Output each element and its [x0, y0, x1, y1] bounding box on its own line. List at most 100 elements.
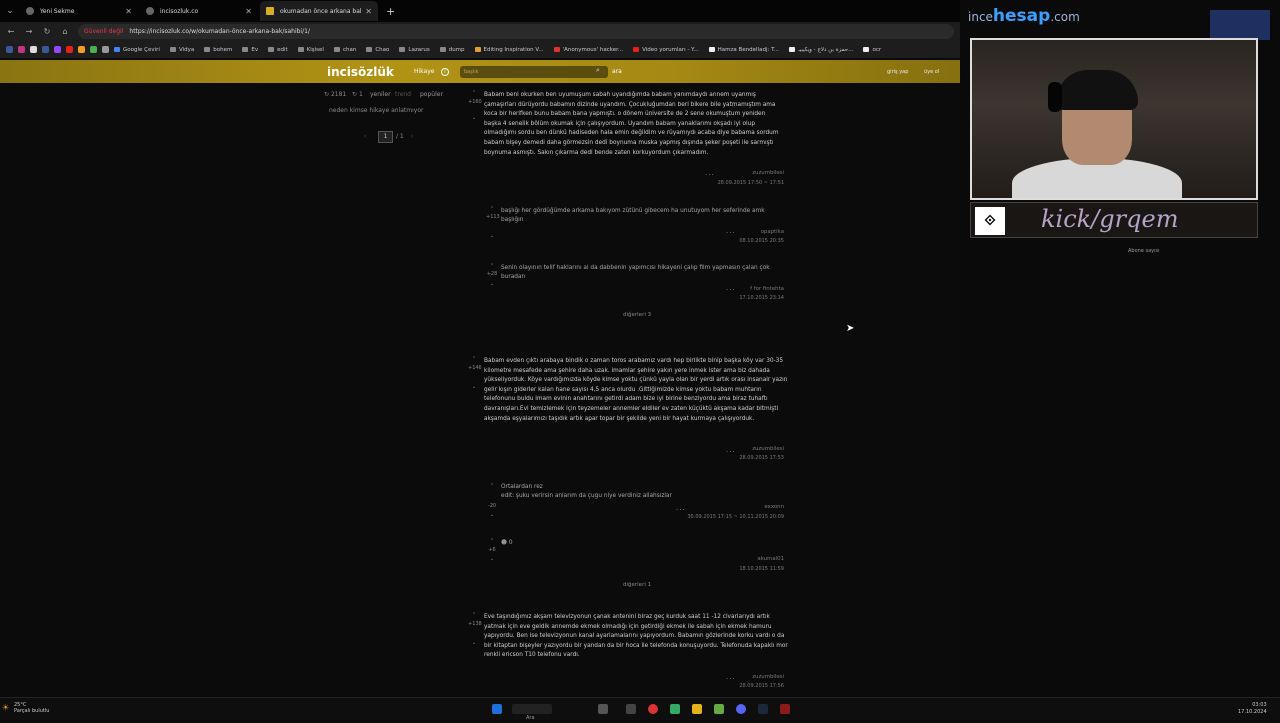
taskbar-search[interactable]: Ara — [512, 704, 552, 721]
refresh-count[interactable]: ↻ 1 — [352, 91, 363, 98]
upvote-icon[interactable]: ⌃ — [486, 263, 498, 269]
upvote-icon[interactable]: ⌃ — [468, 612, 480, 618]
bookmark-item[interactable]: Video yorumları - Y... — [633, 47, 699, 53]
tab-new[interactable]: Yeni Sekme ✕ — [20, 1, 138, 21]
mail-icon[interactable] — [102, 46, 109, 53]
instagram-icon[interactable] — [18, 46, 25, 53]
downvote-icon[interactable]: ⌄ — [486, 556, 498, 562]
nav-trend[interactable]: trend — [395, 91, 411, 98]
insecure-badge[interactable]: Güvenli değil — [84, 28, 123, 35]
forward-icon[interactable]: → — [24, 27, 34, 36]
entry-count[interactable]: ↻ 2181 — [324, 91, 346, 98]
downvote-icon[interactable]: ⌄ — [468, 115, 480, 121]
page-select[interactable]: 1 — [378, 131, 393, 143]
comment-author[interactable]: exxonn — [684, 504, 784, 510]
file-explorer-icon[interactable] — [692, 704, 702, 714]
hikaye-link[interactable]: Hikaye — [414, 68, 434, 75]
more-comments-link[interactable]: diğerleri 3 — [623, 312, 651, 318]
bookmark-folder[interactable]: Kişisel — [297, 47, 324, 53]
login-link[interactable]: giriş yap — [887, 69, 908, 75]
downvote-icon[interactable]: ⌄ — [468, 640, 480, 646]
topic-link[interactable]: neden kimse hikaye anlatmıyor — [329, 107, 423, 114]
more-options-icon[interactable]: ··· — [726, 286, 736, 294]
downvote-icon[interactable]: ⌄ — [486, 512, 498, 518]
more-comments-link[interactable]: diğerleri 1 — [623, 582, 651, 588]
upvote-icon[interactable]: ⌃ — [486, 538, 498, 544]
tab-active-page[interactable]: okumadan önce arkana bak - İ ✕ — [260, 1, 378, 21]
twitch-icon[interactable] — [54, 46, 61, 53]
downvote-icon[interactable]: ⌄ — [486, 233, 498, 239]
bookmark-folder[interactable]: bohem — [204, 47, 232, 53]
register-link[interactable]: üye ol — [924, 69, 939, 75]
windows-start-icon[interactable] — [492, 704, 502, 714]
weather-icon[interactable]: ☀ — [2, 703, 9, 712]
tab-incisozluk[interactable]: incisozluk.co ✕ — [140, 1, 258, 21]
reload-icon[interactable]: ↻ — [42, 27, 52, 36]
next-page-icon[interactable]: › — [411, 133, 413, 140]
bookmark-folder[interactable]: Ev — [242, 47, 258, 53]
more-options-icon[interactable]: ··· — [726, 229, 736, 237]
entry-author[interactable]: zuzumbilesi — [684, 170, 784, 176]
upvote-icon[interactable]: ⌃ — [486, 206, 498, 212]
bookmark-item[interactable]: Editing Inspiration V... — [474, 47, 544, 53]
tab-search-icon[interactable]: ⌄ — [0, 6, 20, 16]
chrome-icon[interactable] — [648, 704, 658, 714]
discord-icon[interactable] — [736, 704, 746, 714]
entry-date[interactable]: 28.09.2015 17:56 — [664, 683, 784, 689]
bookmark-folder[interactable]: dump — [439, 47, 465, 53]
bookmark-site-icon[interactable] — [42, 46, 49, 53]
comment-date[interactable]: 18.10.2015 11:59 — [664, 566, 784, 572]
upvote-icon[interactable]: ⌃ — [468, 356, 480, 362]
bookmark-item[interactable]: Google Çeviri — [114, 47, 160, 53]
nav-yeniler[interactable]: yeniler — [370, 91, 391, 98]
system-clock[interactable]: 03:03 17.10.2024 — [1238, 702, 1267, 716]
url-field[interactable]: Güvenli değil https://incisozluk.co/w/ok… — [78, 24, 954, 39]
bookmark-folder[interactable]: edit — [268, 47, 288, 53]
bookmark-item[interactable]: ocr — [863, 47, 881, 53]
upvote-icon[interactable]: ⌃ — [486, 483, 498, 489]
taskbar-app-icon[interactable] — [626, 704, 636, 714]
search-input[interactable]: başlık — [460, 65, 608, 78]
entry-date[interactable]: 28.09.2015 17:50 ~ 17:51 — [664, 180, 784, 186]
nav-populer[interactable]: popüler — [420, 91, 443, 98]
site-logo[interactable]: incisözlük — [327, 65, 394, 79]
obs-icon[interactable] — [780, 704, 790, 714]
comment-author[interactable]: akumal01 — [684, 556, 784, 562]
comment-date[interactable]: 17.10.2015 23:14 — [664, 295, 784, 301]
more-options-icon[interactable]: ··· — [726, 448, 736, 456]
upvote-icon[interactable]: ⌃ — [468, 90, 480, 96]
task-view-icon[interactable] — [598, 704, 608, 714]
bookmark-folder[interactable]: Vidya — [169, 47, 194, 53]
bookmark-item[interactable]: Hamza Bendelladj: T... — [708, 47, 779, 53]
more-options-icon[interactable]: ··· — [705, 171, 715, 179]
new-tab-icon[interactable]: + — [386, 5, 395, 18]
home-icon[interactable]: ⌂ — [60, 27, 70, 36]
taskbar-app-icon[interactable] — [714, 704, 724, 714]
facebook-icon[interactable] — [6, 46, 13, 53]
bookmark-folder[interactable]: Chao — [366, 47, 389, 53]
entry-date[interactable]: 28.09.2015 17:53 — [664, 455, 784, 461]
bookmark-folder[interactable]: Lazarus — [399, 47, 430, 53]
close-tab-icon[interactable]: ✕ — [245, 7, 252, 16]
bookmark-item[interactable]: 'Anonymous' hacker... — [553, 47, 623, 53]
comment-date[interactable]: 08.10.2015 20:35 — [664, 238, 784, 244]
downvote-icon[interactable]: ⌄ — [486, 281, 498, 287]
bookmark-item[interactable]: حمزة بن دلاج - ويكيبيـ... — [789, 47, 853, 53]
info-icon[interactable]: i — [441, 67, 449, 76]
download-icon[interactable] — [90, 46, 97, 53]
search-icon[interactable]: ⌕ — [596, 66, 600, 75]
x-twitter-icon[interactable] — [30, 46, 37, 53]
weather-widget[interactable]: 25°C Parçalı bulutlu — [14, 702, 49, 714]
back-icon[interactable]: ← — [6, 27, 16, 36]
downvote-icon[interactable]: ⌄ — [468, 384, 480, 390]
close-tab-icon[interactable]: ✕ — [125, 7, 132, 16]
youtube-icon[interactable] — [66, 46, 73, 53]
taskbar-app-icon[interactable] — [670, 704, 680, 714]
bookmark-folder[interactable]: chan — [333, 47, 356, 53]
prev-page-icon[interactable]: ‹ — [364, 133, 366, 140]
more-options-icon[interactable]: ··· — [676, 506, 686, 514]
search-button[interactable]: ara — [612, 68, 622, 75]
more-options-icon[interactable]: ··· — [726, 675, 736, 683]
steam-icon[interactable] — [758, 704, 768, 714]
comment-date[interactable]: 30.09.2015 17:15 ~ 10.11.2015 20:09 — [650, 514, 784, 520]
